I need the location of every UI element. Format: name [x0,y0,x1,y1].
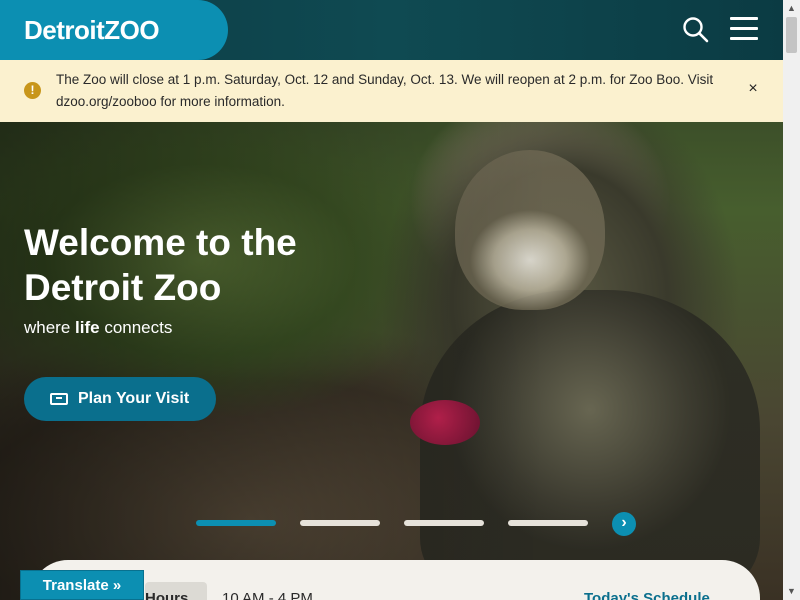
warning-icon: ! [24,82,41,99]
plan-your-visit-label: Plan Your Visit [78,390,190,407]
alert-close-button[interactable]: × [744,80,762,98]
scroll-thumb[interactable] [786,17,797,53]
translate-button[interactable]: Translate » [20,570,144,600]
search-button[interactable] [682,16,710,44]
alert-banner: ! The Zoo will close at 1 p.m. Saturday,… [0,60,783,122]
menu-button[interactable] [730,17,760,43]
carousel-dot-2[interactable] [300,520,380,526]
hero-tagline: where life connects [24,318,173,337]
plan-your-visit-button[interactable]: Plan Your Visit [24,377,216,421]
carousel-dot-4[interactable] [508,520,588,526]
scroll-down-arrow-icon[interactable]: ▼ [783,583,800,600]
logo: DetroitZOO [24,14,160,45]
carousel-dot-1[interactable] [196,520,276,526]
todays-schedule-link[interactable]: Today's Schedule [584,590,710,600]
hero-title: Welcome to the Detroit Zoo [24,222,297,308]
hamburger-menu-icon [730,17,758,20]
site-header: DetroitZOO [0,0,783,60]
scrollbar[interactable]: ▲ ▼ [783,0,800,600]
carousel-dot-3[interactable] [404,520,484,526]
scroll-up-arrow-icon[interactable]: ▲ [783,0,800,17]
alert-message: The Zoo will close at 1 p.m. Saturday, O… [56,72,714,109]
logo-link[interactable]: DetroitZOO [0,0,228,60]
ticket-icon [50,393,68,405]
hours-label: Hours [145,590,189,600]
carousel-next-button[interactable]: › [612,512,636,536]
search-icon [683,17,709,43]
hours-time: 10 AM - 4 PM [222,590,313,600]
